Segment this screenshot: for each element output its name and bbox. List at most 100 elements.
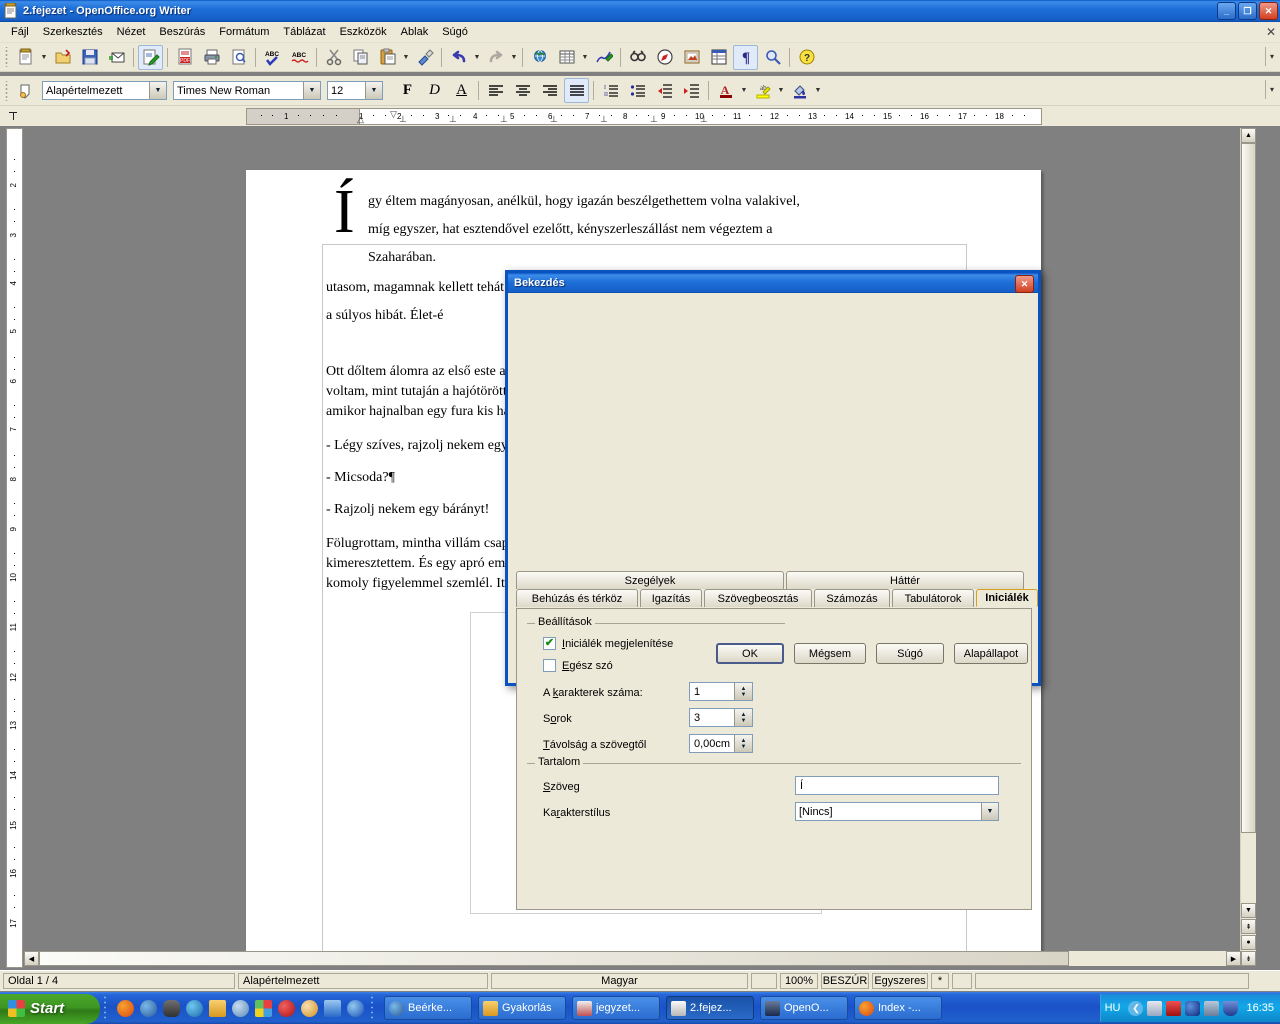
status-extra[interactable] <box>975 973 1249 989</box>
minimize-button[interactable]: _ <box>1217 2 1236 20</box>
scroll-right-button[interactable]: ▶ <box>1226 951 1241 966</box>
status-selection-mode[interactable]: Egyszeres <box>872 973 928 989</box>
formatting-toolbar-overflow-icon[interactable]: ▾ <box>1265 80 1278 99</box>
background-color-dropdown-icon[interactable]: ▼ <box>813 79 823 102</box>
styles-and-formatting-icon[interactable] <box>13 78 38 103</box>
media-player-icon[interactable] <box>186 999 203 1017</box>
edit-file-icon[interactable] <box>138 44 163 70</box>
show-hidden-icons-button[interactable]: ❮ <box>1128 1000 1144 1016</box>
new-document-icon[interactable] <box>13 45 38 70</box>
underline-button[interactable]: A <box>449 78 474 103</box>
horizontal-ruler[interactable]: 1 1 2 3 4 5 6 7 8 9 10 11 12 13 14 15 16 <box>246 108 1042 125</box>
toolbar-grip[interactable] <box>3 80 10 101</box>
kaspersky-icon[interactable] <box>1166 1000 1182 1016</box>
font-name-combo[interactable]: Times New Roman ▼ <box>173 81 321 100</box>
zoom-icon[interactable] <box>760 45 785 70</box>
ordered-list-button[interactable]: I II <box>598 78 623 103</box>
increase-indent-button[interactable] <box>679 78 704 103</box>
start-button[interactable]: Start <box>0 993 100 1024</box>
vertical-ruler[interactable]: 2 3 4 5 6 7 8 9 10 11 12 13 14 15 16 17 <box>6 128 23 968</box>
tab-igazitas[interactable]: Igazítás <box>640 589 702 607</box>
insert-table-dropdown-icon[interactable]: ▼ <box>580 46 590 69</box>
menu-szerkesztes[interactable]: Szerkesztés <box>36 24 110 40</box>
lines-spinner[interactable]: 3 ▲ ▼ <box>689 708 753 727</box>
vertical-scroll-thumb[interactable] <box>1241 143 1256 833</box>
menu-ablak[interactable]: Ablak <box>394 24 436 40</box>
tasks-grip[interactable] <box>370 995 378 1021</box>
status-page[interactable]: Oldal 1 / 4 <box>3 973 235 989</box>
internet-explorer-icon[interactable] <box>347 999 364 1017</box>
chevron-down-icon[interactable]: ▼ <box>365 82 382 99</box>
autospellcheck-icon[interactable]: ABC <box>287 45 312 70</box>
language-indicator[interactable]: HU <box>1105 1002 1121 1014</box>
unordered-list-button[interactable] <box>625 78 650 103</box>
align-justified-button[interactable] <box>564 78 589 103</box>
print-icon[interactable] <box>199 45 224 70</box>
taskbar[interactable]: Start Beérke... Gyakorlás jegyzet... 2.f… <box>0 992 1280 1024</box>
save-icon[interactable] <box>77 45 102 70</box>
navigator-icon[interactable] <box>652 45 677 70</box>
ok-button[interactable]: OK <box>716 643 784 664</box>
paragraph-dialog[interactable]: Bekezdés ✕ Szegélyek Háttér Behúzás és t… <box>505 270 1041 910</box>
status-modified[interactable]: * <box>931 973 949 989</box>
taskbar-clock[interactable]: 16:35 <box>1246 1002 1274 1014</box>
quicklaunch-grip[interactable] <box>103 995 111 1021</box>
status-insert-mode[interactable]: BESZÚR <box>821 973 869 989</box>
help-button[interactable]: Súgó <box>876 643 944 664</box>
export-pdf-icon[interactable]: PDF <box>172 45 197 70</box>
paragraph-style-combo[interactable]: Alapértelmezett ▼ <box>42 81 167 100</box>
paste-icon[interactable] <box>375 45 400 70</box>
tab-inicialek[interactable]: Iniciálék <box>976 589 1038 607</box>
statusbar[interactable]: Oldal 1 / 4 Alapértelmezett Magyar 100% … <box>0 970 1280 991</box>
whole-word-checkbox[interactable] <box>543 659 556 672</box>
menubar[interactable]: Fájl Szerkesztés Nézet Beszúrás Formátum… <box>0 22 1280 43</box>
cut-icon[interactable] <box>321 45 346 70</box>
status-style[interactable]: Alapértelmezett <box>238 973 488 989</box>
left-indent-marker[interactable]: △ <box>357 114 364 124</box>
menu-sugo[interactable]: Súgó <box>435 24 475 40</box>
show-dropcaps-checkbox-row[interactable]: ✔ Iniciálék megjelenítése <box>543 637 673 650</box>
first-line-indent-marker[interactable]: ▽ <box>390 109 397 120</box>
notes-icon[interactable] <box>324 999 341 1017</box>
new-document-dropdown-icon[interactable]: ▼ <box>39 46 49 69</box>
window-controls[interactable]: _ ❐ ✕ <box>1217 2 1278 20</box>
horizontal-scroll-thumb[interactable] <box>39 951 1069 966</box>
email-document-icon[interactable] <box>104 45 129 70</box>
mouse-icon[interactable] <box>163 999 180 1017</box>
thunderbird-icon[interactable] <box>140 999 157 1017</box>
security-center-icon[interactable] <box>1223 1000 1239 1016</box>
network-connection-icon[interactable] <box>1204 1000 1220 1016</box>
highlighting-button[interactable]: ab <box>750 78 775 103</box>
task-openoffice[interactable]: OpenO... <box>760 996 848 1020</box>
scroll-down-button[interactable]: ▼ <box>1241 903 1256 918</box>
help-icon[interactable]: ? <box>794 45 819 70</box>
spellcheck-icon[interactable]: ABC <box>260 45 285 70</box>
menu-nezet[interactable]: Nézet <box>110 24 153 40</box>
menu-beszuras[interactable]: Beszúrás <box>152 24 212 40</box>
bluetooth-icon[interactable] <box>1185 1000 1201 1016</box>
menu-tablazat[interactable]: Táblázat <box>276 24 332 40</box>
decrease-indent-button[interactable] <box>652 78 677 103</box>
font-size-combo[interactable]: 12 ▼ <box>327 81 383 100</box>
window-titlebar[interactable]: 2.fejezet - OpenOffice.org Writer _ ❐ ✕ <box>0 0 1280 22</box>
document-close-icon[interactable]: ✕ <box>1266 25 1276 39</box>
tab-szegelyek[interactable]: Szegélyek <box>516 571 784 589</box>
task-index[interactable]: Index -... <box>854 996 942 1020</box>
whole-word-checkbox-row[interactable]: Egész szó <box>543 659 613 672</box>
show-desktop-icon[interactable] <box>232 999 249 1017</box>
dialog-close-button[interactable]: ✕ <box>1015 275 1034 293</box>
formatting-toolbar[interactable]: Alapértelmezett ▼ Times New Roman ▼ 12 ▼… <box>0 76 1280 106</box>
standard-toolbar-overflow-icon[interactable]: ▾ <box>1265 47 1278 66</box>
scroll-left-button[interactable]: ◀ <box>24 951 39 966</box>
distance-spinner[interactable]: 0,00cm ▲ ▼ <box>689 734 753 753</box>
hyperlink-icon[interactable] <box>527 45 552 70</box>
close-button[interactable]: ✕ <box>1259 2 1278 20</box>
status-signature[interactable] <box>952 973 972 989</box>
background-color-button[interactable] <box>787 78 812 103</box>
vertical-scrollbar[interactable]: ▲ ▼ ⇞ ● ⇟ <box>1240 128 1256 966</box>
align-left-button[interactable] <box>483 78 508 103</box>
task-beerkezo[interactable]: Beérke... <box>384 996 472 1020</box>
tab-szovegbeosztas[interactable]: Szövegbeosztás <box>704 589 812 607</box>
horizontal-scrollbar[interactable]: ◀ ▶ <box>24 951 1241 966</box>
undo-icon[interactable] <box>446 45 471 70</box>
